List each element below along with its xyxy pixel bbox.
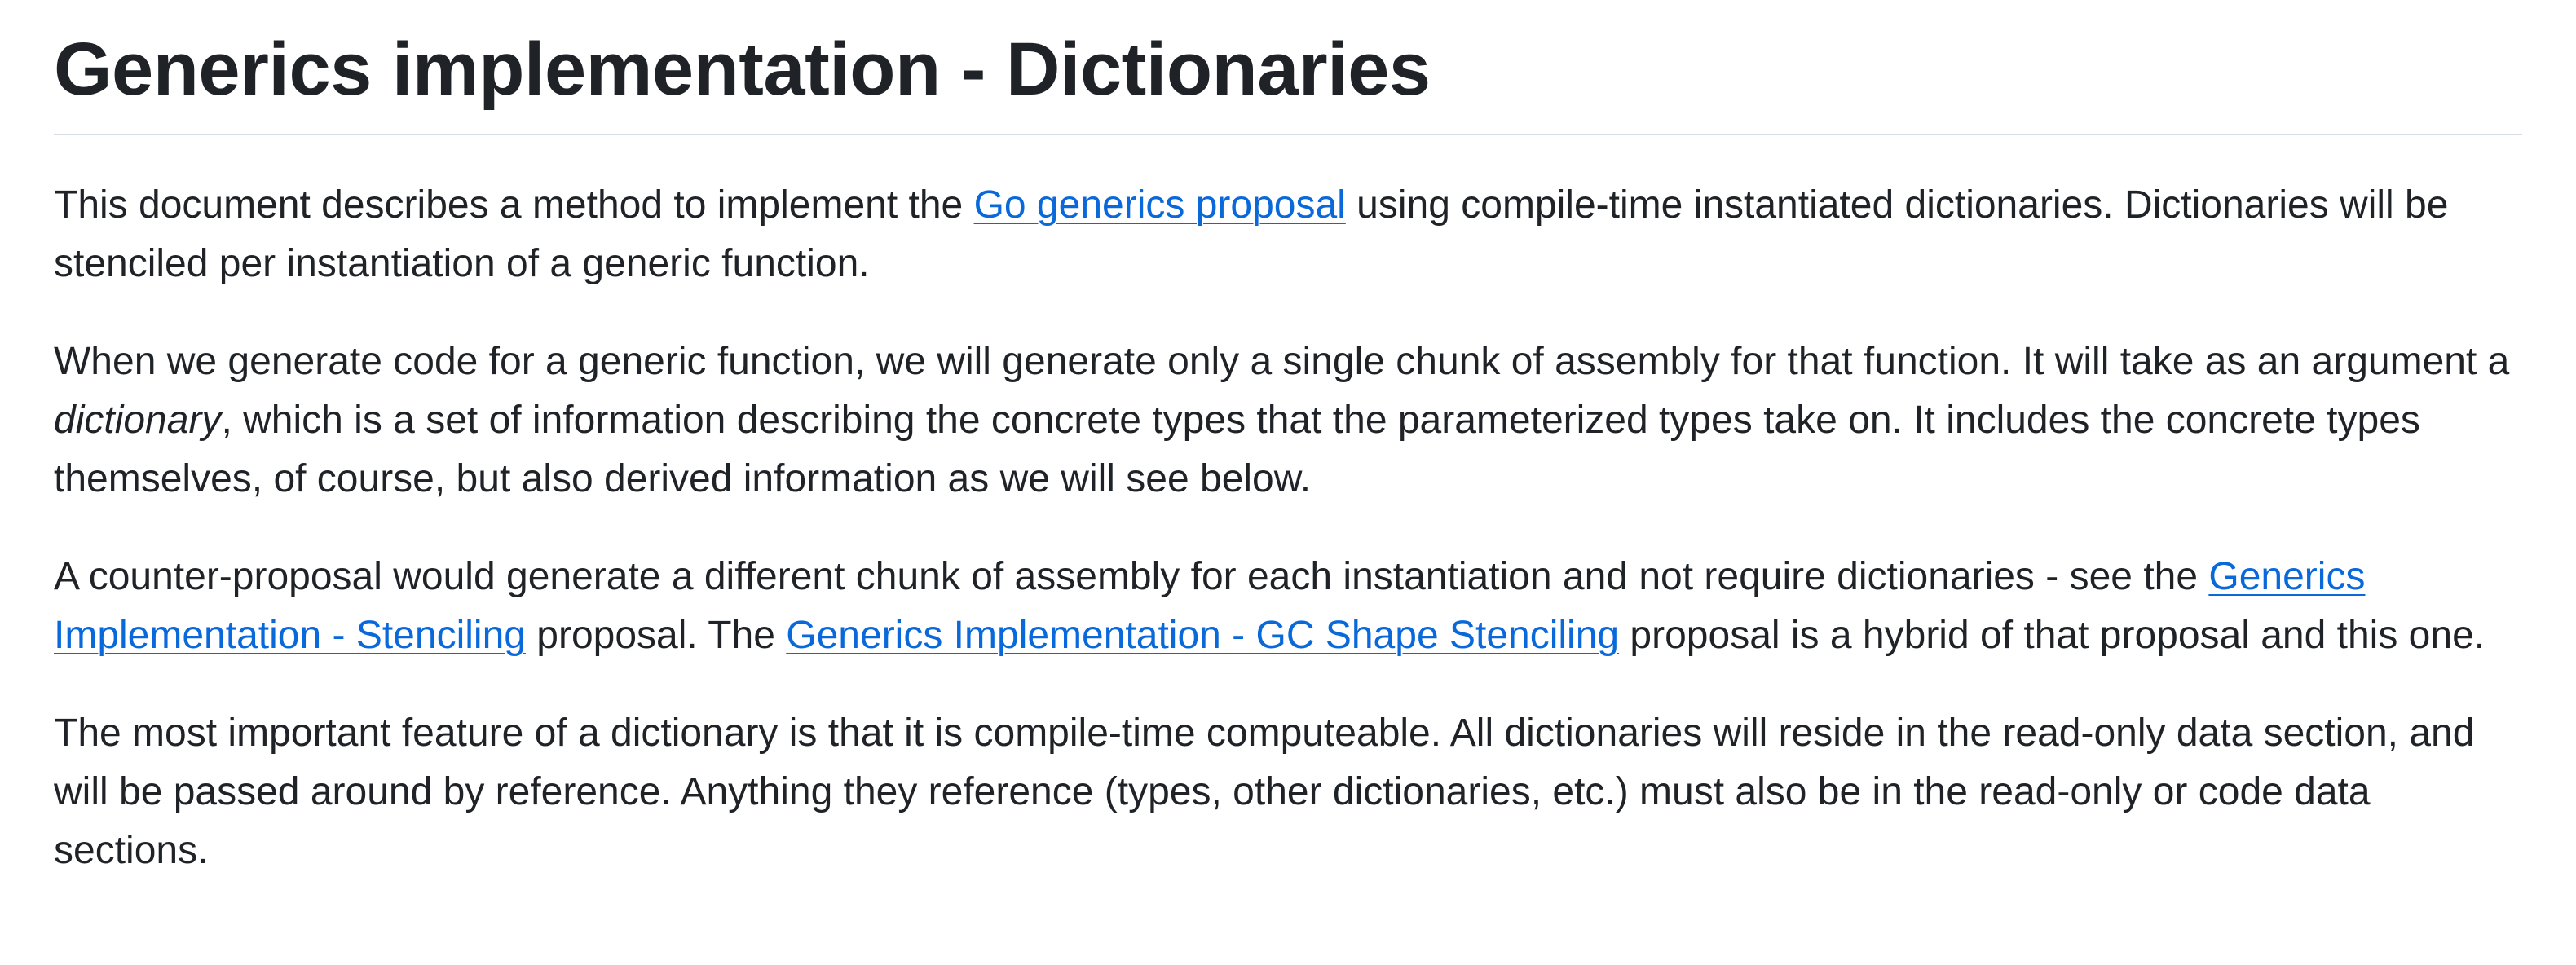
text-span: , which is a set of information describi… bbox=[54, 399, 2420, 500]
text-span: proposal is a hybrid of that proposal an… bbox=[1619, 614, 2486, 657]
go-generics-proposal-link[interactable]: Go generics proposal bbox=[974, 183, 1346, 227]
dictionary-explanation-paragraph: When we generate code for a generic func… bbox=[54, 333, 2522, 509]
compile-time-paragraph: The most important feature of a dictiona… bbox=[54, 712, 2475, 872]
counter-proposal-paragraph: A counter-proposal would generate a diff… bbox=[54, 548, 2522, 665]
gc-shape-stenciling-link[interactable]: Generics Implementation - GC Shape Stenc… bbox=[786, 614, 1619, 657]
text-span: proposal. The bbox=[525, 614, 787, 657]
intro-paragraph: This document describes a method to impl… bbox=[54, 176, 2522, 293]
document-page: Generics implementation - Dictionaries T… bbox=[0, 0, 2576, 965]
text-span: This document describes a method to impl… bbox=[54, 183, 974, 227]
emphasis-dictionary: dictionary bbox=[54, 399, 222, 442]
text-span: When we generate code for a generic func… bbox=[54, 340, 2510, 383]
text-span: A counter-proposal would generate a diff… bbox=[54, 555, 2209, 598]
page-title: Generics implementation - Dictionaries bbox=[54, 21, 2522, 135]
